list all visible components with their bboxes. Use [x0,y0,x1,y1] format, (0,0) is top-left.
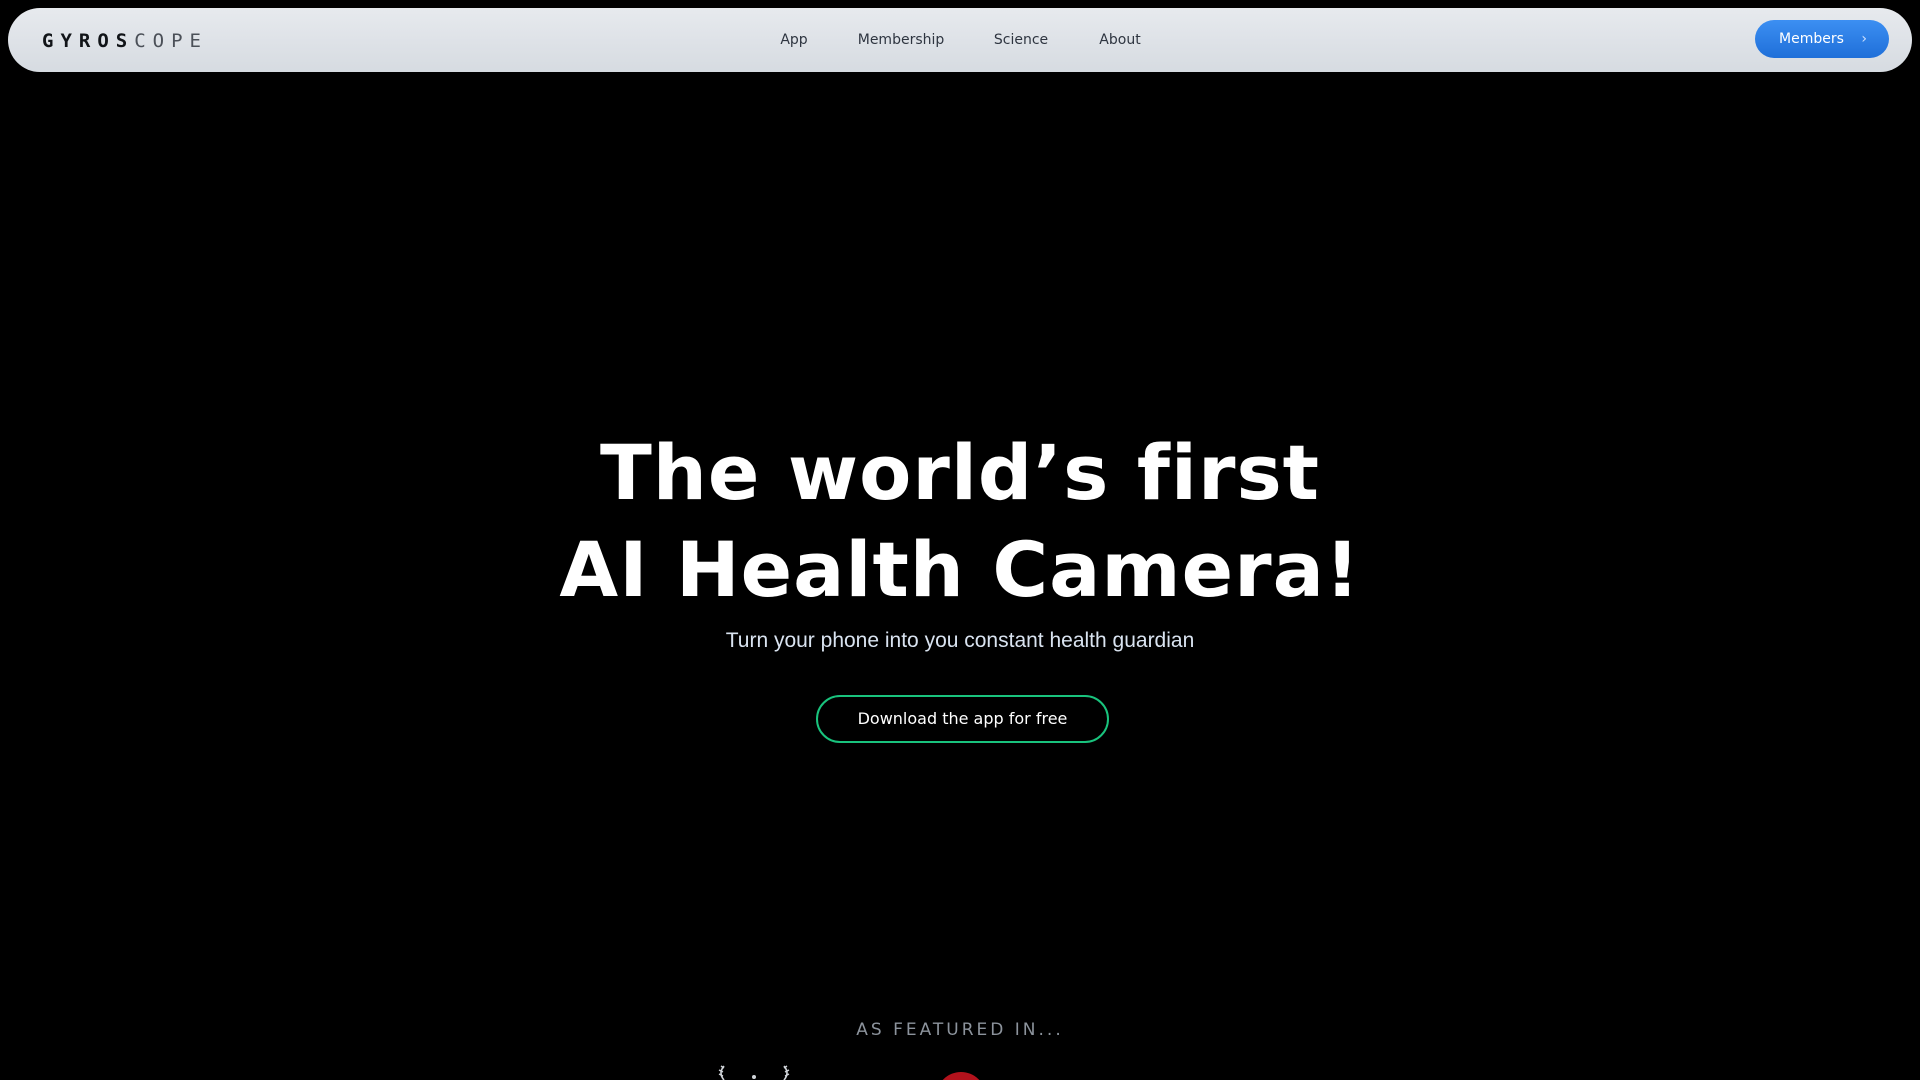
members-button[interactable]: Members › [1755,20,1889,58]
hero-subtitle: Turn your phone into you constant health… [725,629,1195,652]
nav-link-science[interactable]: Science [994,28,1048,52]
hero-title-line-1: The world’s first [599,428,1321,517]
chevron-right-icon: › [1861,31,1867,47]
page: GYROSCOPE App Membership Science About M… [0,0,1920,1080]
red-circle-logo [936,1072,986,1080]
download-app-button[interactable]: Download the app for free [816,695,1109,743]
nav-link-membership[interactable]: Membership [858,28,945,52]
nav-link-about[interactable]: About [1099,28,1140,52]
nav-link-app[interactable]: App [780,28,807,52]
hero-title-line-2: AI Health Camera! [559,525,1361,614]
nav-links: App Membership Science About [8,8,1912,72]
featured-heading: AS FEATURED IN... [856,1020,1064,1040]
top-navbar: GYROSCOPE App Membership Science About M… [8,8,1912,72]
members-button-label: Members [1779,31,1844,47]
laurel-icon [718,1065,790,1080]
